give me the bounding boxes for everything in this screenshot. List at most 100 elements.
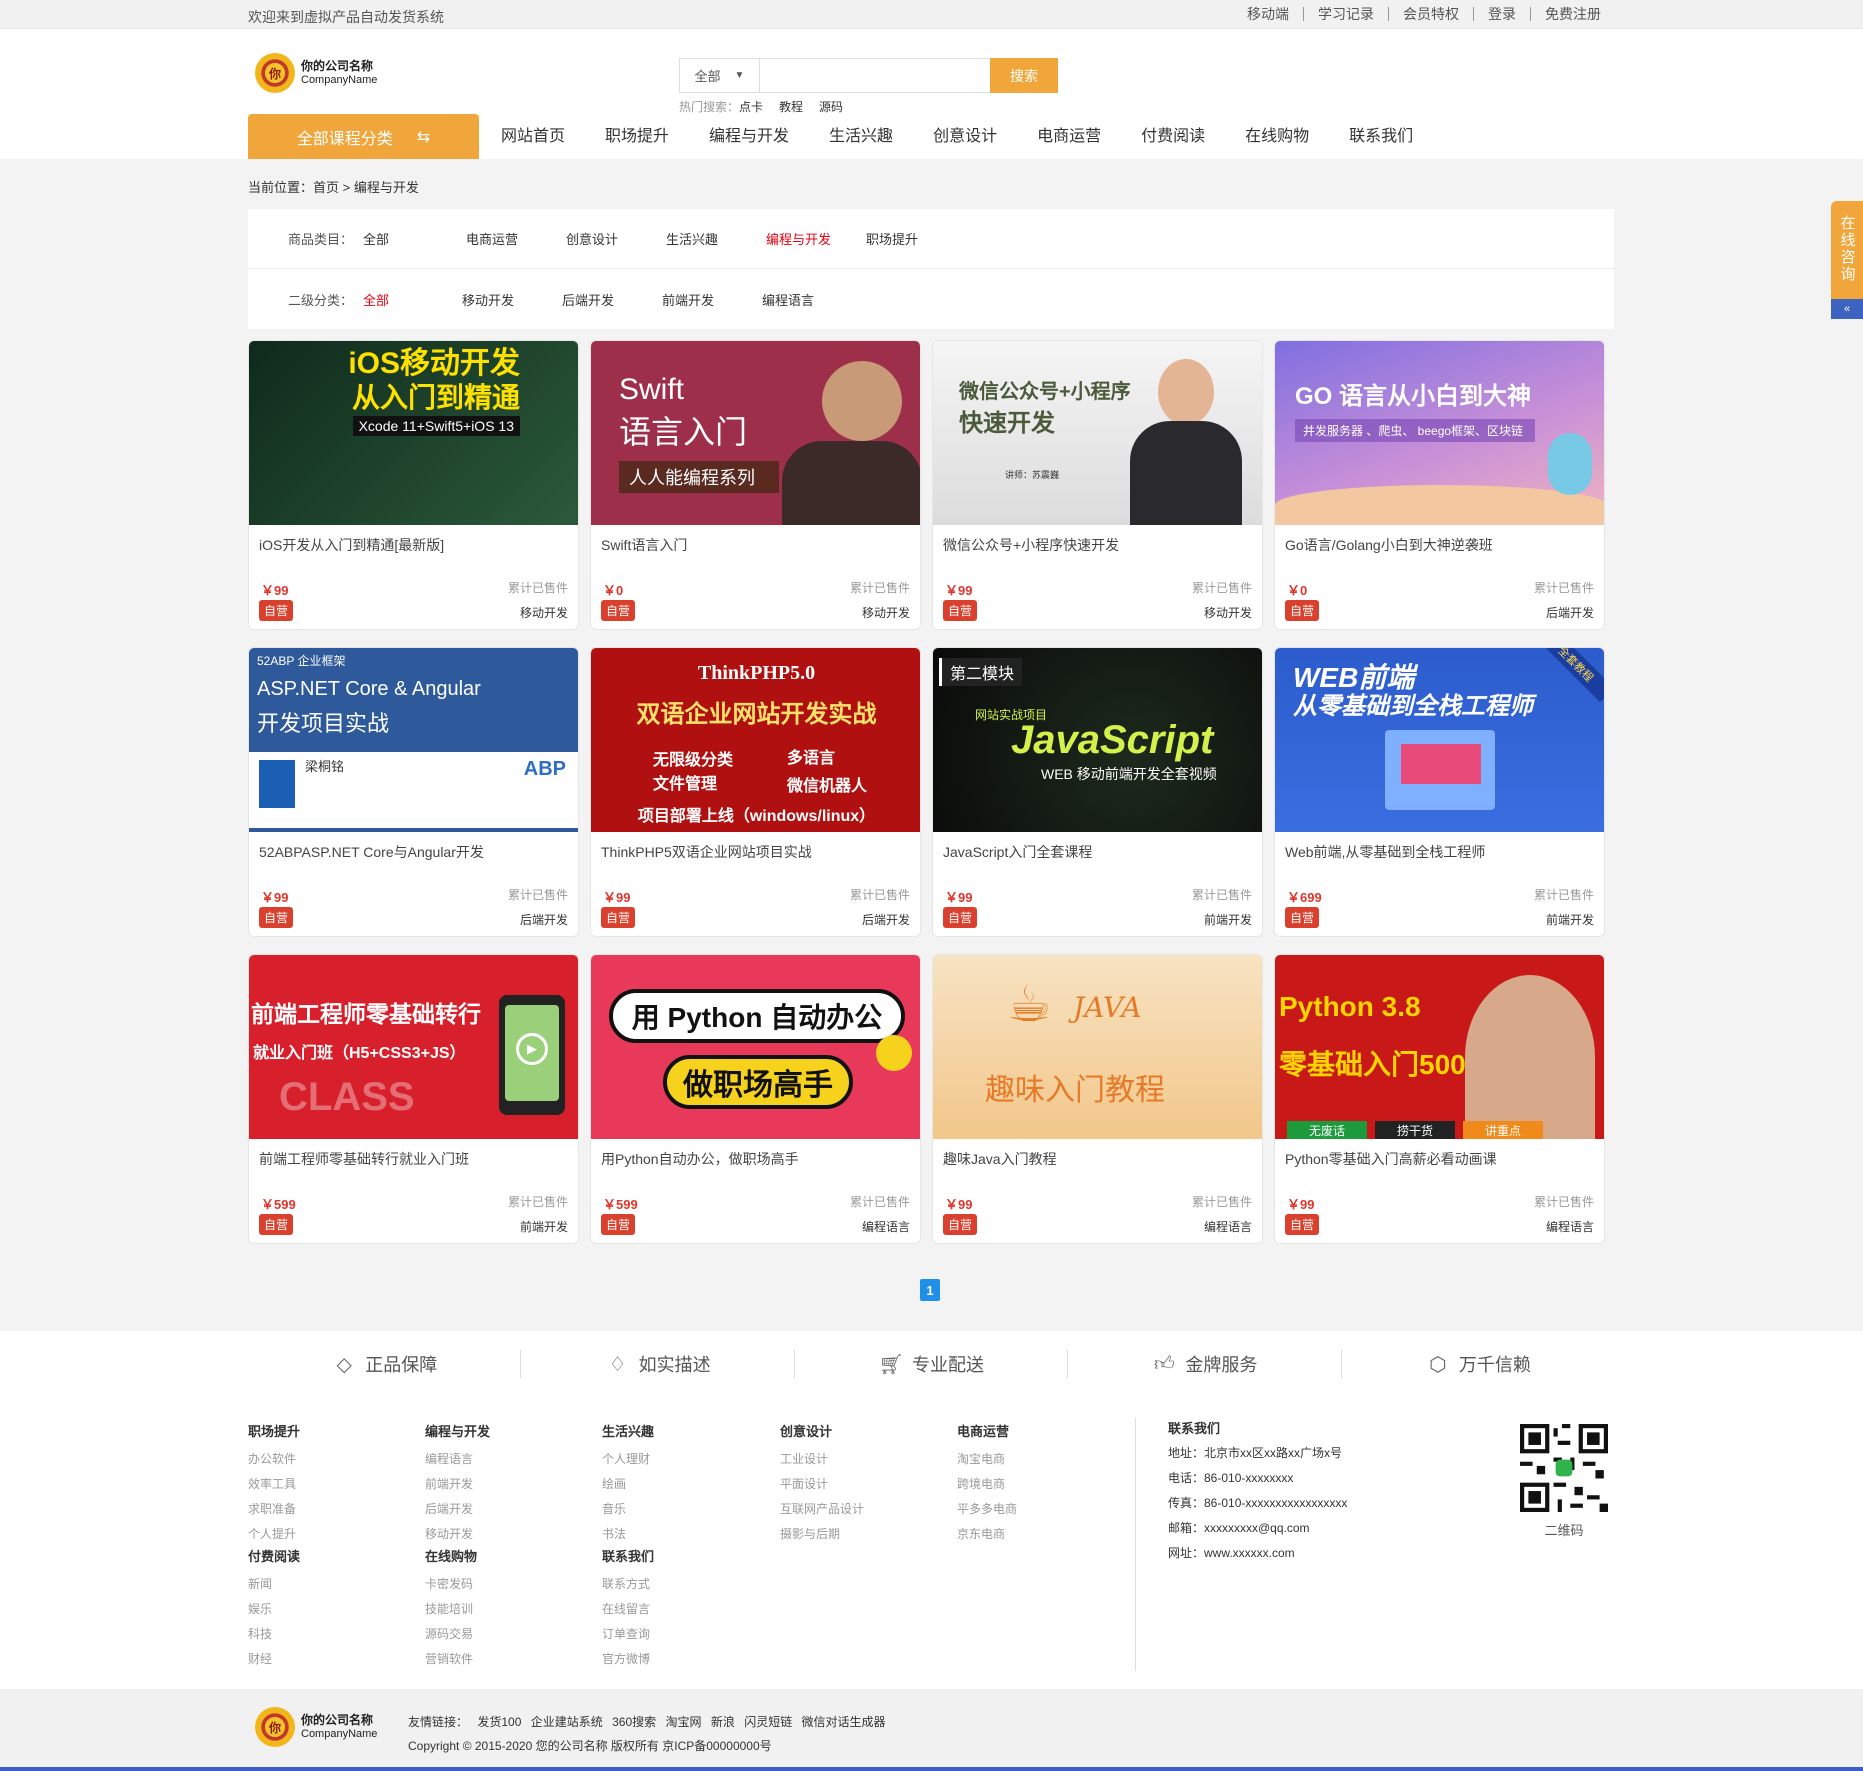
filter-sub-frontend[interactable]: 前端开发 xyxy=(662,290,714,309)
footer-link[interactable]: 平面设计 xyxy=(780,1472,950,1497)
footer-link[interactable]: 官方微博 xyxy=(602,1647,772,1672)
footer-link[interactable]: 个人提升 xyxy=(248,1522,418,1547)
filter-item-ecommerce[interactable]: 电商运营 xyxy=(466,229,518,248)
product-card[interactable]: 第二模块 网站实战项目 JavaScript WEB 移动前端开发全套视频 Ja… xyxy=(932,647,1263,937)
link-login[interactable]: 登录 xyxy=(1473,7,1530,21)
filter-sub-backend[interactable]: 后端开发 xyxy=(562,290,614,309)
product-title[interactable]: JavaScript入门全套课程 xyxy=(943,842,1253,862)
filter-item-career[interactable]: 职场提升 xyxy=(866,229,918,248)
footer-link[interactable]: 编程语言 xyxy=(425,1447,595,1472)
product-image[interactable]: 用 Python 自动办公 做职场高手 xyxy=(591,955,920,1139)
footer-link[interactable]: 移动开发 xyxy=(425,1522,595,1547)
product-image[interactable]: Swift 语言入门 人人能编程系列 xyxy=(591,341,920,525)
product-title[interactable]: 趣味Java入门教程 xyxy=(943,1149,1253,1169)
product-card[interactable]: ThinkPHP5.0 双语企业网站开发实战 无限级分类 多语言 文件管理 微信… xyxy=(590,647,921,937)
hot-item[interactable]: 点卡 xyxy=(739,100,763,114)
nav-life[interactable]: 生活兴趣 xyxy=(807,114,911,159)
friend-link[interactable]: 企业建站系统 xyxy=(531,1715,603,1729)
nav-programming[interactable]: 编程与开发 xyxy=(687,114,807,159)
footer-link[interactable]: 营销软件 xyxy=(425,1647,595,1672)
footer-link[interactable]: 摄影与后期 xyxy=(780,1522,950,1547)
footer-link[interactable]: 绘画 xyxy=(602,1472,772,1497)
nav-design[interactable]: 创意设计 xyxy=(911,114,1015,159)
footer-link[interactable]: 跨境电商 xyxy=(957,1472,1127,1497)
product-title[interactable]: 微信公众号+小程序快速开发 xyxy=(943,535,1253,555)
search-button[interactable]: 搜索 xyxy=(990,58,1058,93)
footer-link[interactable]: 联系方式 xyxy=(602,1572,772,1597)
footer-link[interactable]: 工业设计 xyxy=(780,1447,950,1472)
footer-link[interactable]: 财经 xyxy=(248,1647,418,1672)
nav-career[interactable]: 职场提升 xyxy=(583,114,687,159)
filter-item-programming[interactable]: 编程与开发 xyxy=(766,229,831,248)
friend-link[interactable]: 360搜索 xyxy=(612,1715,656,1729)
footer-link[interactable]: 娱乐 xyxy=(248,1597,418,1622)
footer-link[interactable]: 效率工具 xyxy=(248,1472,418,1497)
search-input[interactable] xyxy=(760,59,990,92)
footer-link[interactable]: 书法 xyxy=(602,1522,772,1547)
footer-link[interactable]: 求职准备 xyxy=(248,1497,418,1522)
footer-link[interactable]: 后端开发 xyxy=(425,1497,595,1522)
friend-link[interactable]: 淘宝网 xyxy=(665,1715,701,1729)
footer-link[interactable]: 新闻 xyxy=(248,1572,418,1597)
product-card[interactable]: 52ABP 企业框架 ASP.NET Core & Angular 开发项目实战… xyxy=(248,647,579,937)
breadcrumb-home[interactable]: 首页 xyxy=(313,180,339,195)
product-image[interactable]: WEB前端 从零基础到全栈工程师 全套教程 xyxy=(1275,648,1604,832)
footer-link[interactable]: 卡密发码 xyxy=(425,1572,595,1597)
product-title[interactable]: 用Python自动办公，做职场高手 xyxy=(601,1149,911,1169)
footer-link[interactable]: 京东电商 xyxy=(957,1522,1127,1547)
footer-link[interactable]: 音乐 xyxy=(602,1497,772,1522)
nav-home[interactable]: 网站首页 xyxy=(479,114,583,159)
friend-link[interactable]: 闪灵短链 xyxy=(744,1715,792,1729)
nav-paid-reading[interactable]: 付费阅读 xyxy=(1119,114,1223,159)
product-title[interactable]: Swift语言入门 xyxy=(601,535,911,555)
footer-link[interactable]: 个人理财 xyxy=(602,1447,772,1472)
link-mobile[interactable]: 移动端 xyxy=(1233,7,1303,21)
link-study-record[interactable]: 学习记录 xyxy=(1303,7,1388,21)
online-consult-button[interactable]: 在线咨询 « xyxy=(1831,201,1863,319)
product-image[interactable]: 第二模块 网站实战项目 JavaScript WEB 移动前端开发全套视频 xyxy=(933,648,1262,832)
product-title[interactable]: 52ABPASP.NET Core与Angular开发 xyxy=(259,842,569,862)
product-card[interactable]: GO 语言从小白到大神 并发服务器 、爬虫、 beego框架、区块链 Go语言/… xyxy=(1274,340,1605,630)
product-image[interactable]: 前端工程师零基础转行 就业入门班（H5+CSS3+JS） CLASS ▶ xyxy=(249,955,578,1139)
filter-sub-all[interactable]: 全部 xyxy=(363,290,389,309)
hot-item[interactable]: 教程 xyxy=(779,100,803,114)
filter-item-design[interactable]: 创意设计 xyxy=(566,229,618,248)
product-card[interactable]: 用 Python 自动办公 做职场高手 用Python自动办公，做职场高手 ￥5… xyxy=(590,954,921,1244)
filter-item-life[interactable]: 生活兴趣 xyxy=(666,229,718,248)
product-title[interactable]: iOS开发从入门到精通[最新版] xyxy=(259,535,569,555)
product-card[interactable]: Python 3.8 零基础入门500集 无废话 捞干货 讲重点 Python零… xyxy=(1274,954,1605,1244)
product-image[interactable]: GO 语言从小白到大神 并发服务器 、爬虫、 beego框架、区块链 xyxy=(1275,341,1604,525)
link-register[interactable]: 免费注册 xyxy=(1530,7,1615,21)
hot-item[interactable]: 源码 xyxy=(819,100,843,114)
link-member[interactable]: 会员特权 xyxy=(1388,7,1473,21)
product-image[interactable]: Python 3.8 零基础入门500集 无废话 捞干货 讲重点 xyxy=(1275,955,1604,1139)
product-card[interactable]: 微信公众号+小程序 快速开发 讲师：苏震巍 微信公众号+小程序快速开发 ￥99 … xyxy=(932,340,1263,630)
page-1-button[interactable]: 1 xyxy=(920,1279,940,1301)
product-image[interactable]: iOS移动开发 从入门到精通 Xcode 11+Swift5+iOS 13 xyxy=(249,341,578,525)
footer-link[interactable]: 源码交易 xyxy=(425,1622,595,1647)
footer-link[interactable]: 科技 xyxy=(248,1622,418,1647)
product-title[interactable]: Go语言/Golang小白到大神逆袭班 xyxy=(1285,535,1595,555)
footer-link[interactable]: 淘宝电商 xyxy=(957,1447,1127,1472)
product-title[interactable]: Web前端,从零基础到全栈工程师 xyxy=(1285,842,1595,862)
footer-link[interactable]: 在线留言 xyxy=(602,1597,772,1622)
filter-sub-mobile[interactable]: 移动开发 xyxy=(462,290,514,309)
logo[interactable]: 你 你的公司名称 CompanyName xyxy=(255,53,377,93)
footer-link[interactable]: 技能培训 xyxy=(425,1597,595,1622)
search-scope-select[interactable]: 全部 ▼ xyxy=(680,59,760,92)
nav-ecommerce[interactable]: 电商运营 xyxy=(1015,114,1119,159)
friend-link[interactable]: 发货100 xyxy=(477,1715,521,1729)
product-title[interactable]: Python零基础入门高薪必看动画课 xyxy=(1285,1149,1595,1169)
product-card[interactable]: WEB前端 从零基础到全栈工程师 全套教程 Web前端,从零基础到全栈工程师 ￥… xyxy=(1274,647,1605,937)
filter-item-all[interactable]: 全部 xyxy=(363,229,389,248)
all-categories-button[interactable]: 全部课程分类 ⇆ xyxy=(248,114,479,159)
product-image[interactable]: 微信公众号+小程序 快速开发 讲师：苏震巍 xyxy=(933,341,1262,525)
footer-link[interactable]: 订单查询 xyxy=(602,1622,772,1647)
friend-link[interactable]: 新浪 xyxy=(711,1715,735,1729)
footer-link[interactable]: 平多多电商 xyxy=(957,1497,1127,1522)
footer-link[interactable]: 互联网产品设计 xyxy=(780,1497,950,1522)
breadcrumb-current[interactable]: 编程与开发 xyxy=(354,180,419,195)
product-image[interactable]: ThinkPHP5.0 双语企业网站开发实战 无限级分类 多语言 文件管理 微信… xyxy=(591,648,920,832)
nav-shopping[interactable]: 在线购物 xyxy=(1223,114,1327,159)
product-card[interactable]: ☕ JAVA 趣味入门教程 趣味Java入门教程 ￥99 累计已售件 自营 编程… xyxy=(932,954,1263,1244)
